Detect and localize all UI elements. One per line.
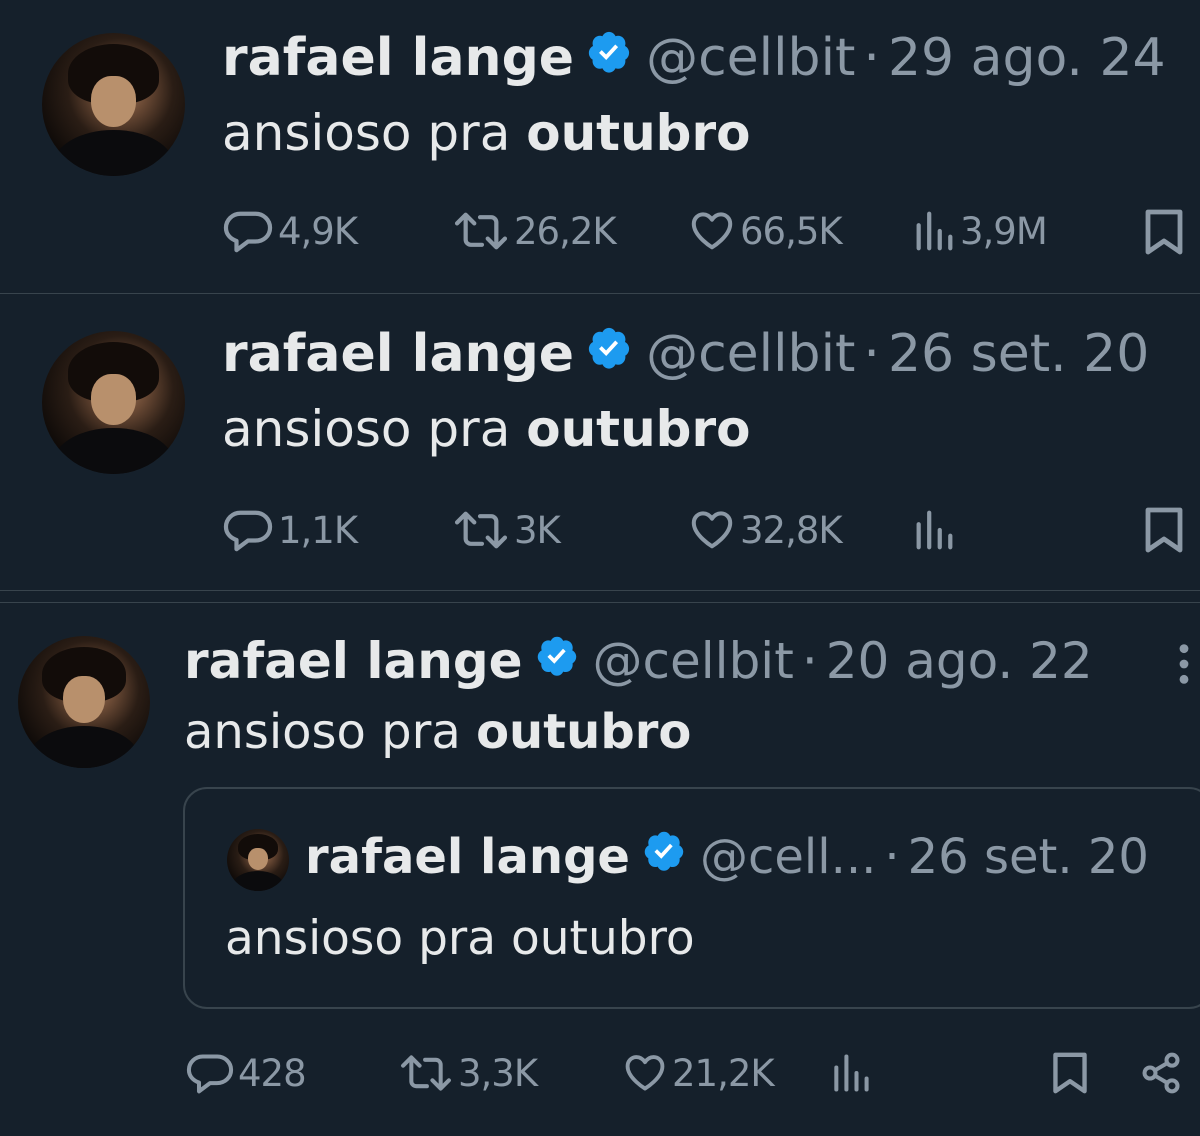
tweet-text: ansioso pra outubro xyxy=(222,104,750,162)
quoted-tweet[interactable]: rafael lange @cell... · 26 set. 20 ansio… xyxy=(183,787,1200,1009)
reply-button[interactable]: 4,9K xyxy=(222,208,358,254)
like-count: 32,8K xyxy=(740,508,843,552)
bookmark-button[interactable] xyxy=(1050,1050,1090,1096)
like-icon xyxy=(625,1055,665,1091)
quoted-avatar[interactable] xyxy=(227,829,289,891)
retweet-button[interactable]: 3K xyxy=(452,507,561,553)
reply-button[interactable]: 1,1K xyxy=(222,507,358,553)
retweet-icon xyxy=(454,212,508,250)
retweet-button[interactable]: 26,2K xyxy=(452,208,617,254)
bookmark-button[interactable] xyxy=(1142,506,1186,554)
tweet-header: rafael lange @cellbit · 20 ago. 22 xyxy=(184,631,1093,691)
bookmark-icon xyxy=(1053,1052,1087,1094)
more-icon xyxy=(1179,644,1189,684)
verified-icon xyxy=(535,632,579,690)
tweet-text-plain: ansioso pra xyxy=(222,400,527,458)
reply-icon xyxy=(223,510,273,552)
like-count: 66,5K xyxy=(740,209,843,253)
tweet-text: ansioso pra outubro xyxy=(184,704,691,760)
tweet-date[interactable]: 20 ago. 22 xyxy=(826,632,1093,690)
separator-dot: · xyxy=(863,324,880,384)
bookmark-button[interactable] xyxy=(1142,208,1186,256)
views-icon xyxy=(916,510,953,550)
like-icon xyxy=(691,212,733,250)
separator-dot: · xyxy=(801,632,818,690)
retweet-icon xyxy=(454,511,508,549)
like-icon xyxy=(691,511,733,549)
quoted-text: ansioso pra outubro xyxy=(225,911,695,966)
share-icon xyxy=(1142,1052,1180,1094)
reply-icon xyxy=(223,211,273,253)
reply-button[interactable]: 428 xyxy=(186,1051,307,1095)
author-handle[interactable]: @cellbit xyxy=(646,28,855,88)
tweet-header: rafael lange @cellbit · 26 set. 20 xyxy=(222,324,1149,384)
reply-icon xyxy=(186,1054,234,1094)
views-button[interactable] xyxy=(912,507,956,553)
like-button[interactable]: 32,8K xyxy=(688,507,843,553)
reply-count: 428 xyxy=(238,1051,307,1095)
tweet-date[interactable]: 26 set. 20 xyxy=(888,324,1149,384)
avatar[interactable] xyxy=(42,331,185,474)
like-button[interactable]: 21,2K xyxy=(622,1051,775,1095)
verified-icon xyxy=(586,28,632,88)
retweet-count: 26,2K xyxy=(514,209,617,253)
bookmark-icon xyxy=(1145,507,1183,553)
author-name[interactable]: rafael lange xyxy=(222,324,574,384)
author-name[interactable]: rafael lange xyxy=(184,632,523,690)
tweet-text-bold: outubro xyxy=(526,400,751,458)
quoted-header: rafael lange @cell... · 26 set. 20 xyxy=(305,827,1149,887)
tweet-1[interactable]: rafael lange @cellbit · 29 ago. 24 ansio… xyxy=(0,0,1200,293)
views-button[interactable]: 3,9M xyxy=(912,208,1048,254)
tweet-text: ansioso pra outubro xyxy=(222,400,750,458)
separator-dot: · xyxy=(863,28,880,88)
avatar[interactable] xyxy=(18,636,150,768)
tweet-2[interactable]: rafael lange @cellbit · 26 set. 20 ansio… xyxy=(0,294,1200,590)
quoted-date[interactable]: 26 set. 20 xyxy=(908,829,1149,885)
quoted-author-name[interactable]: rafael lange xyxy=(305,829,630,885)
tweet-date[interactable]: 29 ago. 24 xyxy=(888,28,1166,88)
avatar[interactable] xyxy=(42,33,185,176)
retweet-count: 3K xyxy=(514,508,561,552)
views-count: 3,9M xyxy=(960,209,1048,253)
tweet-text-bold: outubro xyxy=(526,104,751,162)
verified-icon xyxy=(642,829,686,885)
author-handle[interactable]: @cellbit xyxy=(593,632,794,690)
retweet-icon xyxy=(401,1055,451,1091)
like-button[interactable]: 66,5K xyxy=(688,208,843,254)
views-button[interactable] xyxy=(830,1051,872,1095)
views-icon xyxy=(834,1054,869,1092)
reply-count: 1,1K xyxy=(278,508,358,552)
more-button[interactable] xyxy=(1176,641,1192,687)
tweet-header: rafael lange @cellbit · 29 ago. 24 xyxy=(222,28,1166,88)
like-count: 21,2K xyxy=(672,1051,775,1095)
bookmark-icon xyxy=(1145,209,1183,255)
retweet-count: 3,3K xyxy=(458,1051,538,1095)
tweet-text-plain: ansioso pra xyxy=(184,704,477,760)
views-icon xyxy=(916,211,953,251)
author-name[interactable]: rafael lange xyxy=(222,28,574,88)
quoted-author-handle[interactable]: @cell... xyxy=(700,829,876,885)
tweet-text-plain: ansioso pra xyxy=(222,104,527,162)
reply-count: 4,9K xyxy=(278,209,358,253)
author-handle[interactable]: @cellbit xyxy=(646,324,855,384)
verified-icon xyxy=(586,324,632,384)
divider xyxy=(0,590,1200,591)
tweet-text-bold: outubro xyxy=(476,704,692,760)
retweet-button[interactable]: 3,3K xyxy=(398,1051,538,1095)
share-button[interactable] xyxy=(1138,1051,1184,1095)
separator-dot: · xyxy=(884,829,900,885)
